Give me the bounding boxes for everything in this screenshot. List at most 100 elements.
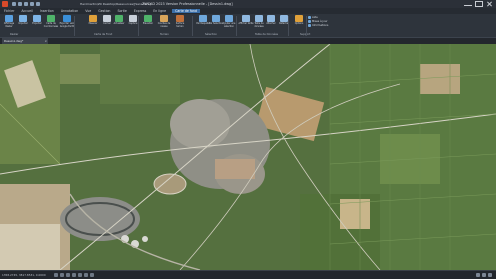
tool-refresh-button[interactable]: Actualiser <box>112 15 126 31</box>
snap-icon[interactable] <box>53 273 58 277</box>
tool-contour-button[interactable]: Courbes de niveau <box>157 15 171 31</box>
zoom-icon[interactable] <box>476 273 480 277</box>
tool-label: Options <box>294 22 304 25</box>
help-item[interactable]: Informations <box>308 24 328 27</box>
ribbon-separator <box>236 16 237 36</box>
tool-export-button[interactable]: Exporter <box>30 15 44 31</box>
help-item[interactable]: Aide <box>308 16 328 19</box>
tool-coordinate-map-button[interactable]: Carte de Coordonnées <box>44 15 58 31</box>
osnap-icon[interactable] <box>77 273 82 277</box>
close-tab-icon[interactable]: × <box>44 39 47 43</box>
tool-options-button[interactable]: Options <box>292 15 306 31</box>
grid-icon <box>242 15 250 22</box>
ribbon-separator <box>74 16 75 36</box>
help-item-icon <box>308 24 311 27</box>
tool-terrain-button[interactable]: Surface terrain <box>173 15 187 31</box>
satellite-map[interactable] <box>0 44 496 270</box>
capture-icon <box>129 15 137 22</box>
map-viewport[interactable] <box>0 44 496 270</box>
tool-label: Carte de Coordonnées <box>43 22 59 28</box>
contour-icon <box>160 15 168 22</box>
ribbon-separator <box>288 16 289 36</box>
query-icon <box>199 15 207 22</box>
options-icon <box>295 15 303 22</box>
tool-add-selection-button[interactable]: Ajouter une sélection <box>222 15 236 31</box>
ribbon-separator <box>306 16 307 36</box>
title-bar: Herzmartin\Z0 Desktop/Ressources/[Sans t… <box>0 0 496 8</box>
tool-elevation-button[interactable]: Elévation <box>141 15 155 31</box>
tab-vue[interactable]: Vue <box>84 9 92 13</box>
help-item-label: Informations <box>312 24 329 27</box>
ribbon-separator <box>138 16 139 36</box>
tab-sortie[interactable]: Sortie <box>116 9 127 13</box>
tab-carte-de-fond[interactable]: Carte de fond <box>172 9 200 13</box>
ribbon: Aide Mises à jour Informations Affichage R… <box>0 14 496 38</box>
select-icon <box>212 15 220 22</box>
help-list: Aide Mises à jour Informations <box>308 16 328 27</box>
tool-label: Exporter vers Google Earth <box>59 22 75 28</box>
polar-icon[interactable] <box>71 273 76 277</box>
help-item-icon <box>308 16 311 19</box>
ribbon-group-label: Table de Données <box>255 33 279 36</box>
open-file-icon[interactable] <box>18 2 22 6</box>
tab-insertion[interactable]: Insertion <box>39 9 55 13</box>
tool-label: Courbes de niveau <box>157 22 171 28</box>
add-selection-icon <box>225 15 233 22</box>
quick-access-toolbar <box>12 2 40 6</box>
ribbon-group-label: Terrain <box>160 33 169 36</box>
save-icon[interactable] <box>24 2 28 6</box>
otrack-icon[interactable] <box>83 273 88 277</box>
status-toggles <box>53 273 94 277</box>
elevation-icon <box>144 15 152 22</box>
tool-import-button[interactable]: Importer <box>16 15 30 31</box>
fullscreen-icon[interactable] <box>488 273 492 277</box>
help-item[interactable]: Mises à jour <box>308 20 328 23</box>
app-logo[interactable] <box>2 1 8 7</box>
new-file-icon[interactable] <box>12 2 16 6</box>
ribbon-group-label: Raster <box>10 33 19 36</box>
attach-icon <box>267 15 275 22</box>
ortho-icon[interactable] <box>65 273 70 277</box>
tool-google-earth-button[interactable]: Exporter vers Google Earth <box>60 15 74 31</box>
redo-icon[interactable] <box>36 2 40 6</box>
status-right-icons <box>476 273 492 277</box>
raster-icon <box>5 15 13 22</box>
tool-label: Ajouter une sélection <box>222 22 236 28</box>
tool-measure-button[interactable]: Mesurer <box>86 15 100 31</box>
lineweight-icon[interactable] <box>89 273 94 277</box>
undo-icon[interactable] <box>30 2 34 6</box>
tool-label: Surface terrain <box>175 22 185 28</box>
import-icon <box>19 15 27 22</box>
status-bar: 1358.2745, 3817.8531, 0.0000 <box>0 270 496 279</box>
minimize-icon[interactable] <box>464 2 472 6</box>
status-coordinates: 1358.2745, 3817.8531, 0.0000 <box>2 273 46 277</box>
tab-fichier[interactable]: Fichier <box>3 9 15 13</box>
ribbon-group-label: Carte de Fond <box>94 33 113 36</box>
help-item-label: Aide <box>312 16 318 19</box>
document-tab-label: Dessin1.dwg* <box>4 39 24 43</box>
ribbon-separator <box>192 16 193 36</box>
tab-en-ligne[interactable]: En ligne <box>152 9 167 13</box>
tab-annotation[interactable]: Annotation <box>60 9 79 13</box>
help-item-icon <box>308 20 311 23</box>
export-icon <box>33 15 41 22</box>
help-item-label: Mises à jour <box>312 20 328 23</box>
table-icon <box>255 15 263 22</box>
tab-accueil[interactable]: Accueil <box>20 9 33 13</box>
tab-express[interactable]: Express <box>133 9 147 13</box>
hide-icon <box>103 15 111 22</box>
maximize-icon[interactable] <box>475 1 483 7</box>
tool-label: Détacher <box>278 22 290 25</box>
terrain-icon <box>176 15 184 22</box>
ribbon-group-label: Sélection <box>205 33 217 36</box>
detach-icon <box>280 15 288 22</box>
app-title: ZWCAD 2023 Version Professionnelle - [De… <box>142 2 233 6</box>
tab-gestion[interactable]: Gestion <box>97 9 111 13</box>
tool-raster-button[interactable]: Affichage Raster <box>2 15 16 31</box>
tool-label: Elévation <box>142 22 154 25</box>
refresh-icon <box>115 15 123 22</box>
grid-toggle-icon[interactable] <box>59 273 64 277</box>
workspace-icon[interactable] <box>482 273 486 277</box>
window-controls <box>464 1 494 7</box>
close-icon[interactable] <box>486 1 494 7</box>
